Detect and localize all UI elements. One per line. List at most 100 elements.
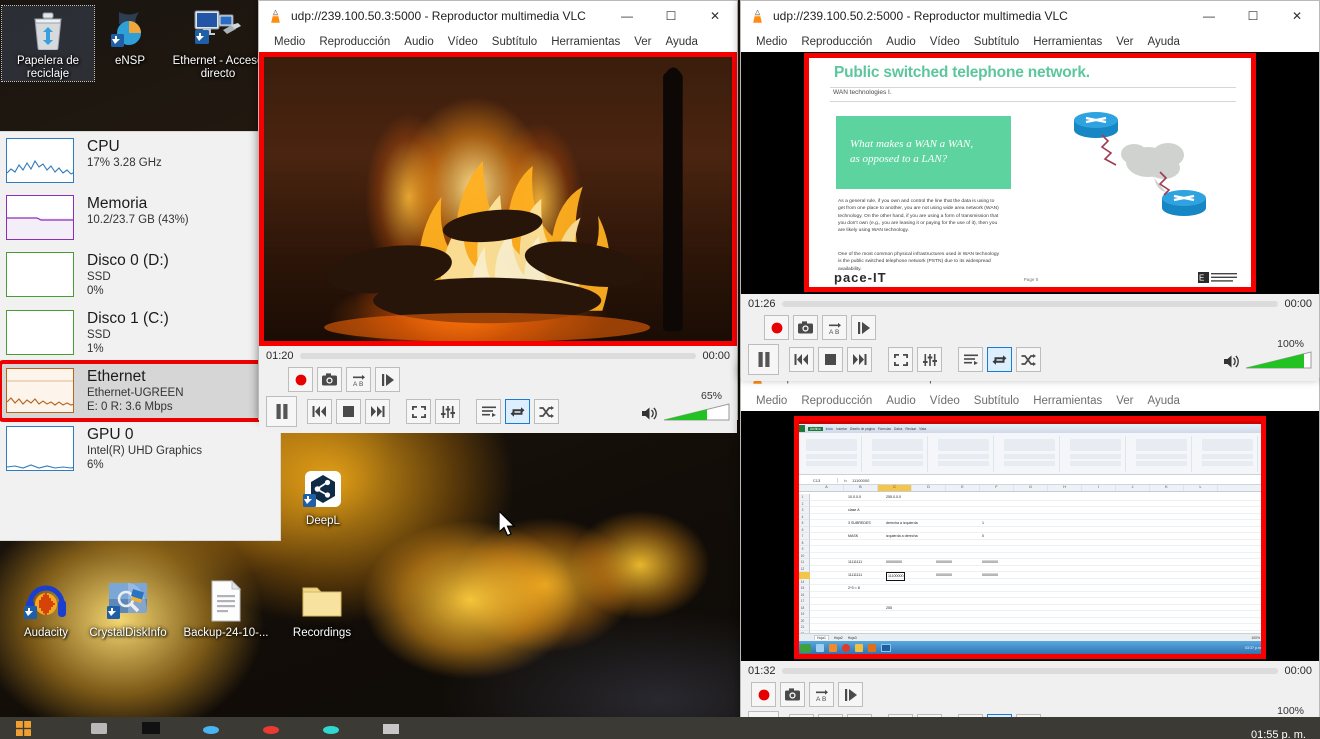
taskbar-app-5[interactable] bbox=[374, 717, 408, 739]
task-manager-row-gpu-0[interactable]: GPU 0Intel(R) UHD Graphics6% bbox=[0, 420, 280, 478]
start-button[interactable] bbox=[6, 717, 40, 739]
shuffle-button[interactable] bbox=[1016, 347, 1041, 372]
seek-slider[interactable] bbox=[300, 353, 697, 359]
previous-button[interactable] bbox=[307, 399, 332, 424]
record-button[interactable] bbox=[751, 682, 776, 707]
desktop-icon-recycle-bin[interactable]: Papelera de reciclaje bbox=[2, 6, 94, 81]
menu-item-vdeo[interactable]: Vídeo bbox=[441, 36, 485, 48]
vlc-window-excel[interactable]: udp://239.100.50.1:5000 - Reproductor mu… bbox=[740, 363, 1320, 739]
menu-item-ver[interactable]: Ver bbox=[1109, 36, 1140, 48]
snapshot-button[interactable] bbox=[793, 315, 818, 340]
seek-slider[interactable] bbox=[782, 668, 1279, 674]
desktop-icon-ensp[interactable]: eNSP bbox=[84, 6, 176, 68]
desktop-icon-crystaldiskinfo[interactable]: CrystalDiskInfo bbox=[82, 578, 174, 640]
ab-loop-button[interactable]: AB bbox=[809, 682, 834, 707]
transport-button-row[interactable]: 100% bbox=[748, 344, 1312, 375]
seek-slider[interactable] bbox=[782, 301, 1279, 307]
vlc-window-slide[interactable]: udp://239.100.50.2:5000 - Reproductor mu… bbox=[740, 0, 1320, 378]
menu-item-herramientas[interactable]: Herramientas bbox=[1026, 395, 1109, 407]
desktop-icon-audacity[interactable]: Audacity bbox=[0, 578, 92, 640]
minimize-button[interactable]: — bbox=[1187, 1, 1231, 31]
menu-item-herramientas[interactable]: Herramientas bbox=[1026, 36, 1109, 48]
menubar[interactable]: MedioReproducciónAudioVídeoSubtítuloHerr… bbox=[259, 31, 737, 52]
menu-item-audio[interactable]: Audio bbox=[397, 36, 440, 48]
minimize-button[interactable]: — bbox=[605, 1, 649, 31]
video-surface-fireplace[interactable] bbox=[259, 52, 737, 346]
task-manager-row-ethernet[interactable]: EthernetEthernet-UGREENE: 0 R: 3.6 Mbps bbox=[0, 362, 280, 420]
menu-item-medio[interactable]: Medio bbox=[749, 395, 794, 407]
close-button[interactable]: ✕ bbox=[693, 1, 737, 31]
previous-button[interactable] bbox=[789, 347, 814, 372]
seek-row[interactable]: 01:26 00:00 bbox=[741, 294, 1319, 313]
taskbar[interactable]: 01:55 p. m. bbox=[0, 717, 1320, 739]
volume-slider[interactable] bbox=[664, 403, 730, 421]
menu-item-reproduccin[interactable]: Reproducción bbox=[794, 36, 879, 48]
speaker-icon[interactable] bbox=[642, 406, 659, 421]
transport-button-row[interactable]: 65% bbox=[266, 396, 730, 427]
play-pause-button[interactable] bbox=[266, 396, 297, 427]
ab-loop-button[interactable]: AB bbox=[822, 315, 847, 340]
extended-button-row[interactable]: AB bbox=[748, 315, 1312, 340]
video-surface-excel[interactable]: ArchivoInicioInsertarDiseño de páginaFór… bbox=[741, 411, 1319, 661]
menu-item-audio[interactable]: Audio bbox=[879, 36, 922, 48]
menu-item-subttulo[interactable]: Subtítulo bbox=[967, 395, 1026, 407]
titlebar[interactable]: udp://239.100.50.2:5000 - Reproductor mu… bbox=[741, 1, 1319, 31]
menu-item-subttulo[interactable]: Subtítulo bbox=[967, 36, 1026, 48]
maximize-button[interactable]: ☐ bbox=[649, 1, 693, 31]
next-button[interactable] bbox=[847, 347, 872, 372]
taskbar-app-1[interactable] bbox=[134, 717, 168, 739]
snapshot-button[interactable] bbox=[780, 682, 805, 707]
ab-loop-button[interactable]: AB bbox=[346, 367, 371, 392]
menu-item-ayuda[interactable]: Ayuda bbox=[1140, 395, 1186, 407]
play-pause-button[interactable] bbox=[748, 344, 779, 375]
loop-button[interactable] bbox=[987, 347, 1012, 372]
menu-item-subttulo[interactable]: Subtítulo bbox=[485, 36, 544, 48]
snapshot-button[interactable] bbox=[317, 367, 342, 392]
volume-slider[interactable] bbox=[1246, 351, 1312, 369]
menu-item-ayuda[interactable]: Ayuda bbox=[1140, 36, 1186, 48]
volume-control[interactable]: 100% bbox=[1224, 351, 1312, 369]
taskbar-clock[interactable]: 01:55 p. m. bbox=[1251, 729, 1306, 739]
extended-settings-button[interactable] bbox=[435, 399, 460, 424]
menu-item-reproduccin[interactable]: Reproducción bbox=[794, 395, 879, 407]
control-panel[interactable]: AB 100% bbox=[741, 313, 1319, 381]
menu-item-vdeo[interactable]: Vídeo bbox=[923, 36, 967, 48]
menu-item-ver[interactable]: Ver bbox=[627, 36, 658, 48]
menu-item-herramientas[interactable]: Herramientas bbox=[544, 36, 627, 48]
task-manager-row-disco-1-c[interactable]: Disco 1 (C:)SSD1% bbox=[0, 304, 280, 362]
task-manager-summary-panel[interactable]: CPU17% 3.28 GHzMemoria10.2/23.7 GB (43%)… bbox=[0, 131, 281, 541]
extended-button-row[interactable]: AB bbox=[748, 682, 1312, 707]
stop-button[interactable] bbox=[818, 347, 843, 372]
window-controls[interactable]: — ☐ ✕ bbox=[1187, 1, 1319, 31]
window-controls[interactable]: — ☐ ✕ bbox=[605, 1, 737, 31]
taskbar-app-4[interactable] bbox=[314, 717, 348, 739]
frame-by-frame-button[interactable] bbox=[851, 315, 876, 340]
task-manager-row-disco-0-d[interactable]: Disco 0 (D:)SSD0% bbox=[0, 246, 280, 304]
playlist-button[interactable] bbox=[958, 347, 983, 372]
record-button[interactable] bbox=[764, 315, 789, 340]
taskbar-app-2[interactable] bbox=[194, 717, 228, 739]
titlebar[interactable]: udp://239.100.50.3:5000 - Reproductor mu… bbox=[259, 1, 737, 31]
desktop-icon-folder[interactable]: Recordings bbox=[276, 578, 368, 640]
playlist-button[interactable] bbox=[476, 399, 501, 424]
seek-row[interactable]: 01:32 00:00 bbox=[741, 661, 1319, 680]
close-button[interactable]: ✕ bbox=[1275, 1, 1319, 31]
vlc-window-fireplace[interactable]: udp://239.100.50.3:5000 - Reproductor mu… bbox=[258, 0, 738, 420]
video-surface-slide[interactable]: Public switched telephone network. WAN t… bbox=[741, 52, 1319, 294]
frame-by-frame-button[interactable] bbox=[375, 367, 400, 392]
next-button[interactable] bbox=[365, 399, 390, 424]
menu-item-ver[interactable]: Ver bbox=[1109, 395, 1140, 407]
desktop-icon-ethernet-shortcut[interactable]: Ethernet - Acceso directo bbox=[172, 6, 264, 81]
maximize-button[interactable]: ☐ bbox=[1231, 1, 1275, 31]
loop-button[interactable] bbox=[505, 399, 530, 424]
menu-item-medio[interactable]: Medio bbox=[749, 36, 794, 48]
fullscreen-button[interactable] bbox=[406, 399, 431, 424]
taskbar-search-icon[interactable] bbox=[82, 717, 116, 739]
desktop-icon-deepl[interactable]: DeepL bbox=[277, 466, 369, 528]
menu-item-ayuda[interactable]: Ayuda bbox=[658, 36, 704, 48]
extended-button-row[interactable]: AB bbox=[266, 367, 730, 392]
task-manager-row-cpu[interactable]: CPU17% 3.28 GHz bbox=[0, 132, 280, 189]
menu-item-vdeo[interactable]: Vídeo bbox=[923, 395, 967, 407]
stop-button[interactable] bbox=[336, 399, 361, 424]
speaker-icon[interactable] bbox=[1224, 354, 1241, 369]
